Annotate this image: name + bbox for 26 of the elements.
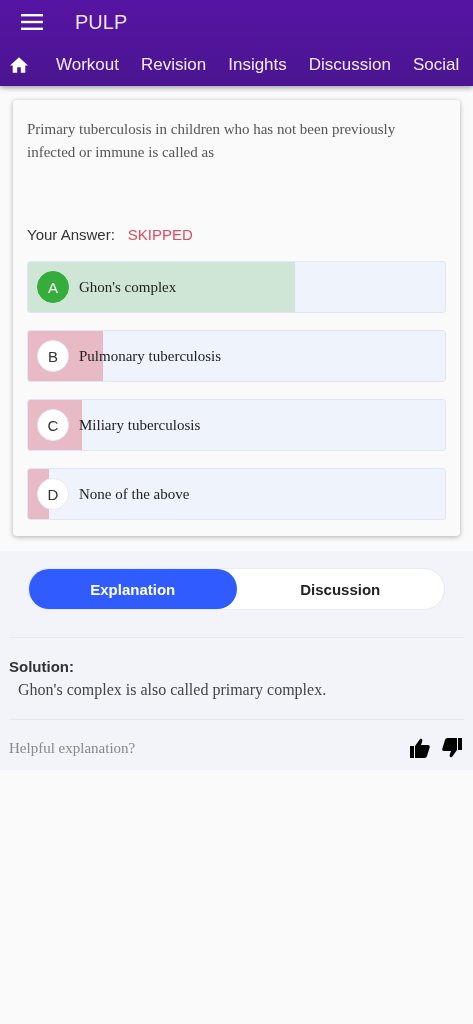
answer-option[interactable]: C Miliary tuberculosis bbox=[27, 399, 446, 451]
menu-icon[interactable] bbox=[21, 14, 43, 30]
nav-tab[interactable]: Revision bbox=[141, 55, 207, 75]
option-text: Pulmonary tuberculosis bbox=[79, 347, 222, 365]
answer-option[interactable]: A Ghon's complex bbox=[27, 261, 446, 313]
nav-tab[interactable]: Workout bbox=[56, 55, 119, 75]
home-icon[interactable] bbox=[10, 57, 28, 73]
thumbs-down-icon[interactable] bbox=[442, 738, 462, 758]
nav-tab[interactable]: Social bbox=[413, 55, 460, 75]
feedback-prompt: Helpful explanation? bbox=[9, 739, 136, 757]
answer-status: SKIPPED bbox=[127, 226, 193, 243]
question-text: Primary tuberculosis in children who has not been previously infected or immune is called as bbox=[27, 120, 397, 162]
answer-label: Your Answer: bbox=[27, 226, 115, 243]
segment-tab[interactable]: Explanation bbox=[29, 569, 237, 609]
option-text: Miliary tuberculosis bbox=[79, 416, 201, 434]
solution-text: Ghon's complex is also called primary complex. bbox=[17, 681, 328, 699]
nav-tab[interactable]: Discussion bbox=[308, 55, 391, 75]
answer-option[interactable]: D None of the above bbox=[27, 468, 446, 520]
segment-tab[interactable]: Discussion bbox=[236, 569, 444, 609]
option-text: None of the above bbox=[79, 485, 190, 503]
app-title: PULP bbox=[75, 10, 128, 34]
option-text: Ghon's complex bbox=[79, 278, 177, 296]
answer-option[interactable]: B Pulmonary tuberculosis bbox=[27, 330, 446, 382]
thumbs-up-icon[interactable] bbox=[410, 738, 430, 758]
solution-heading: Solution: bbox=[9, 658, 75, 675]
nav-tab[interactable]: Insights bbox=[228, 55, 287, 75]
